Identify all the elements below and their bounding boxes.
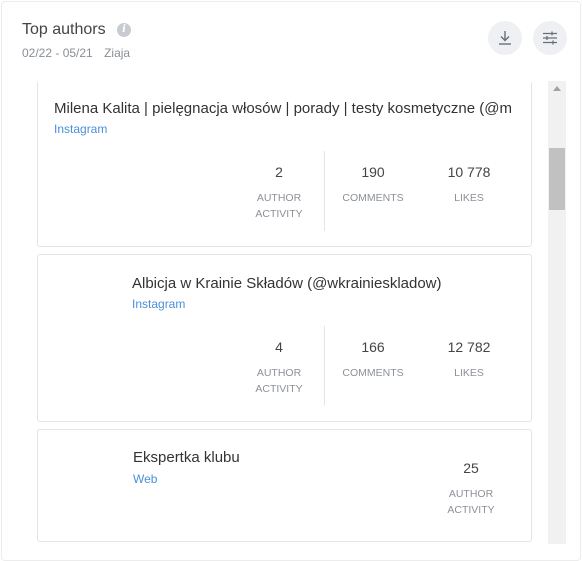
brand-name: Ziaja xyxy=(104,46,131,60)
author-activity-label-line1: AUTHOR xyxy=(256,192,302,204)
author-activity-metric: 25 AUTHOR ACTIVITY xyxy=(431,460,511,518)
download-button[interactable] xyxy=(488,21,522,55)
author-activity-value: 25 xyxy=(463,460,479,476)
info-icon[interactable]: i xyxy=(117,23,131,37)
author-activity-metric: 2 AUTHOR ACTIVITY xyxy=(239,164,319,222)
metric-divider xyxy=(324,326,325,406)
likes-value: 12 782 xyxy=(447,339,491,355)
vertical-scrollbar[interactable] xyxy=(548,81,566,544)
comments-label: COMMENTS xyxy=(342,367,404,379)
author-activity-label-line1: AUTHOR xyxy=(448,488,494,500)
author-activity-label-line1: AUTHOR xyxy=(256,367,302,379)
date-range: 02/22 - 05/21 xyxy=(22,46,93,60)
likes-label: LIKES xyxy=(454,367,484,379)
metric-divider xyxy=(324,151,325,231)
sliders-icon xyxy=(543,31,557,45)
comments-metric: 190 COMMENTS xyxy=(333,164,413,206)
download-icon xyxy=(499,31,511,45)
top-authors-widget: Top authors i 02/22 - 05/21 Ziaja Milena… xyxy=(1,1,581,561)
author-source-link[interactable]: Instagram xyxy=(132,297,185,311)
author-activity-label-line2: ACTIVITY xyxy=(255,383,303,395)
likes-metric: 12 782 LIKES xyxy=(429,339,509,381)
likes-value: 10 778 xyxy=(447,164,491,180)
author-source-link[interactable]: Web xyxy=(133,472,157,486)
author-card[interactable]: Milena Kalita | pielęgnacja włosów | por… xyxy=(37,82,532,247)
author-activity-value: 4 xyxy=(275,339,283,355)
comments-label: COMMENTS xyxy=(342,192,404,204)
author-name[interactable]: Milena Kalita | pielęgnacja włosów | por… xyxy=(54,100,532,117)
caret-up-icon xyxy=(553,85,561,91)
comments-metric: 166 COMMENTS xyxy=(333,339,413,381)
author-activity-metric: 4 AUTHOR ACTIVITY xyxy=(239,339,319,397)
author-name[interactable]: Albicja w Krainie Składów (@wkrainieskla… xyxy=(132,275,522,292)
author-activity-value: 2 xyxy=(275,164,283,180)
widget-subtitle: 02/22 - 05/21 Ziaja xyxy=(22,46,130,60)
likes-metric: 10 778 LIKES xyxy=(429,164,509,206)
author-activity-label-line2: ACTIVITY xyxy=(447,504,495,516)
scrollbar-thumb[interactable] xyxy=(549,148,565,210)
author-card[interactable]: Ekspertka klubu Web 25 AUTHOR ACTIVITY xyxy=(37,429,532,542)
authors-list[interactable]: Milena Kalita | pielęgnacja włosów | por… xyxy=(37,82,532,544)
comments-value: 166 xyxy=(361,339,385,355)
scroll-up-arrow[interactable] xyxy=(548,81,566,95)
widget-title: Top authors xyxy=(22,21,106,38)
settings-button[interactable] xyxy=(533,21,567,55)
likes-label: LIKES xyxy=(454,192,484,204)
author-source-link[interactable]: Instagram xyxy=(54,122,107,136)
comments-value: 190 xyxy=(361,164,385,180)
author-activity-label-line2: ACTIVITY xyxy=(255,208,303,220)
author-card[interactable]: Albicja w Krainie Składów (@wkrainieskla… xyxy=(37,254,532,422)
author-name[interactable]: Ekspertka klubu xyxy=(133,449,433,466)
